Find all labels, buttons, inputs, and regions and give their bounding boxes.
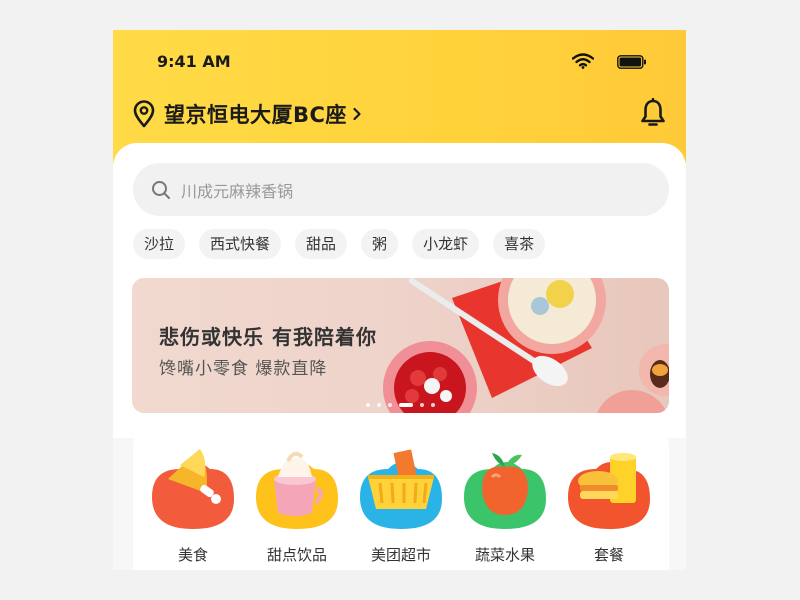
banner-title: 悲伤或快乐 有我陪着你 xyxy=(159,325,377,349)
location-pin-icon xyxy=(133,100,155,128)
pagination-dot-active[interactable] xyxy=(399,403,413,407)
chip-heytea[interactable]: 喜茶 xyxy=(493,229,546,259)
category-dessert-drink[interactable]: 甜点饮品 xyxy=(252,447,342,565)
category-label: 套餐 xyxy=(593,546,624,564)
chip-crayfish[interactable]: 小龙虾 xyxy=(412,229,480,259)
dessert-drink-icon xyxy=(256,451,338,529)
banner-subtitle: 馋嘴小零食 爆款直降 xyxy=(159,359,328,379)
chip-western-fast-food[interactable]: 西式快餐 xyxy=(199,229,282,259)
promo-banner[interactable]: 悲伤或快乐 有我陪着你 馋嘴小零食 爆款直降 xyxy=(132,278,669,413)
food-icon xyxy=(152,449,234,529)
chip-dessert[interactable]: 甜品 xyxy=(295,229,348,259)
search-bar[interactable]: 川成元麻辣香锅 xyxy=(133,163,669,216)
category-label: 美食 xyxy=(177,546,208,564)
location-name: 望京恒电大厦BC座 xyxy=(164,103,347,127)
combo-meal-icon xyxy=(568,453,650,529)
pagination-dot[interactable] xyxy=(366,403,370,407)
search-placeholder: 川成元麻辣香锅 xyxy=(181,181,294,201)
app-screen: 9:41 AM 望京恒电大厦BC座 川成元麻辣香锅 沙拉 西式快餐 甜品 粥 小… xyxy=(113,30,686,570)
pagination-dot[interactable] xyxy=(377,403,381,407)
category-combo-meal[interactable]: 套餐 xyxy=(564,447,654,565)
category-grid: 美食 甜点饮品 美团超市 蔬菜水果 套餐 xyxy=(133,433,669,570)
fruit-vegetable-icon xyxy=(464,453,546,529)
hot-search-chips: 沙拉 西式快餐 甜品 粥 小龙虾 喜茶 xyxy=(133,229,559,259)
chip-salad[interactable]: 沙拉 xyxy=(133,229,186,259)
chip-porridge[interactable]: 粥 xyxy=(361,229,399,259)
category-label: 甜点饮品 xyxy=(266,546,327,564)
wifi-icon xyxy=(572,53,594,69)
category-label: 蔬菜水果 xyxy=(474,546,535,564)
banner-pagination xyxy=(366,403,442,407)
search-icon xyxy=(152,180,170,199)
category-food[interactable]: 美食 xyxy=(148,447,238,565)
supermarket-basket-icon xyxy=(360,449,442,529)
category-label: 美团超市 xyxy=(370,546,431,564)
pagination-dot[interactable] xyxy=(420,403,424,407)
location-selector[interactable]: 望京恒电大厦BC座 xyxy=(133,94,362,134)
pagination-dot[interactable] xyxy=(431,403,435,407)
chevron-right-icon xyxy=(353,107,361,121)
banner-food-illustration xyxy=(383,278,669,413)
status-bar: 9:41 AM xyxy=(113,30,686,94)
battery-icon xyxy=(617,55,646,69)
notification-bell-icon[interactable] xyxy=(639,98,667,128)
category-supermarket[interactable]: 美团超市 xyxy=(356,447,446,565)
pagination-dot[interactable] xyxy=(388,403,392,407)
category-fruit-vegetable[interactable]: 蔬菜水果 xyxy=(460,447,550,565)
status-time: 9:41 AM xyxy=(157,52,231,71)
